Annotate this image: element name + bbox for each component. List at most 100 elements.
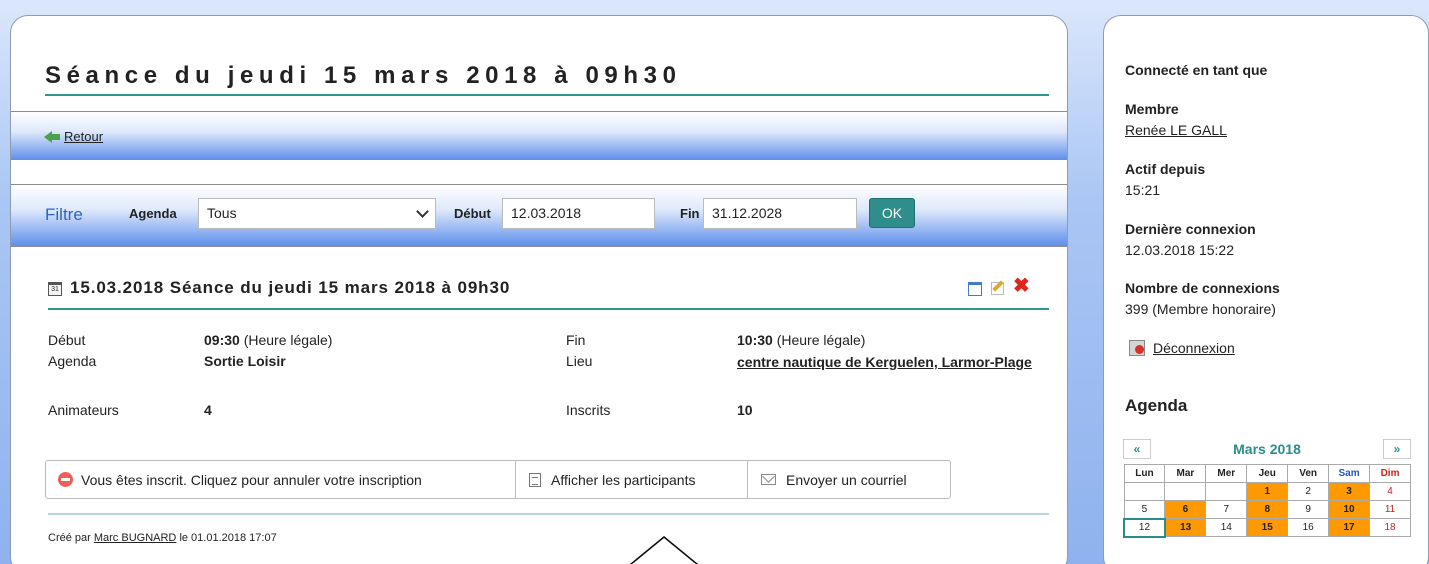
registered-count: 10 xyxy=(737,402,753,418)
author-link[interactable]: Marc BUGNARD xyxy=(94,532,177,544)
leaders-count: 4 xyxy=(204,402,212,418)
calendar-day[interactable]: 6 xyxy=(1164,500,1207,519)
start-note: (Heure légale) xyxy=(243,332,333,348)
weekday-ven: Ven xyxy=(1287,464,1330,483)
registered-value: 10 xyxy=(737,402,753,418)
calendar-day[interactable]: 10 xyxy=(1328,500,1371,519)
agenda-label: Agenda xyxy=(48,353,97,369)
event-actions: Vous êtes inscrit. Cliquez pour annuler … xyxy=(45,460,951,499)
created-info: Créé par Marc BUGNARD le 01.01.2018 17:0… xyxy=(48,532,277,544)
show-participants-button[interactable]: Afficher les participants xyxy=(516,461,748,498)
back-label[interactable]: Retour xyxy=(64,129,103,144)
calendar-day[interactable]: 2 xyxy=(1287,482,1330,501)
place-link[interactable]: centre nautique de Kerguelen, Larmor-Pla… xyxy=(737,353,1053,372)
calendar-days: 1 2 3 4 5 6 7 8 9 10 11 12 13 14 15 16 17 18 xyxy=(1123,482,1411,538)
calendar-empty-cell xyxy=(1164,482,1207,501)
leaders-label: Animateurs xyxy=(48,402,119,418)
agenda-select[interactable]: Tous xyxy=(198,198,436,229)
filter-title: Filtre xyxy=(45,205,83,224)
weekday-mer: Mer xyxy=(1205,464,1248,483)
calendar-grid: Lun Mar Mer Jeu Ven Sam Dim 1 2 3 4 5 6 7 8 9 10 11 12 13 1… xyxy=(1123,464,1411,538)
connected-title: Connecté en tant que xyxy=(1125,62,1268,78)
start-date-input[interactable]: 12.03.2018 xyxy=(502,198,655,229)
created-prefix: Créé par xyxy=(48,532,91,544)
calendar-week: 12 13 14 15 16 17 18 xyxy=(1123,517,1411,538)
created-suffix: le 01.01.2018 17:07 xyxy=(179,532,277,544)
calendar-day[interactable]: 8 xyxy=(1246,500,1289,519)
back-arrow-icon xyxy=(44,130,60,143)
last-login-label: Dernière connexion xyxy=(1125,221,1256,237)
agenda-filter-label: Agenda xyxy=(129,206,177,221)
calendar-day[interactable]: 17 xyxy=(1328,518,1371,537)
calendar-day[interactable]: 16 xyxy=(1287,518,1330,537)
calendar-week: 5 6 7 8 9 10 11 xyxy=(1123,500,1411,519)
chevron-down-icon xyxy=(416,205,429,218)
calendar-day[interactable]: 3 xyxy=(1328,482,1371,501)
show-participants-label: Afficher les participants xyxy=(551,471,696,488)
calendar-day[interactable]: 13 xyxy=(1164,518,1207,537)
calendar-day[interactable]: 7 xyxy=(1205,500,1248,519)
weekday-lun: Lun xyxy=(1123,464,1166,483)
calendar-month: Mars 2018 xyxy=(1233,441,1301,457)
calendar-nav: « Mars 2018 » xyxy=(1123,439,1411,461)
agenda-title: Agenda xyxy=(1125,396,1188,415)
send-email-label: Envoyer un courriel xyxy=(786,471,907,488)
calendar-day[interactable]: 4 xyxy=(1369,482,1411,501)
leaders-value: 4 xyxy=(204,402,212,418)
login-count-value: 399 (Membre honoraire) xyxy=(1125,301,1276,317)
start-time: 09:30 xyxy=(204,332,240,348)
start-value: 09:30 (Heure légale) xyxy=(204,332,332,348)
logout-link[interactable]: Déconnexion xyxy=(1129,340,1235,356)
pointer-arrow-icon xyxy=(629,536,699,564)
calendar-day[interactable]: 15 xyxy=(1246,518,1289,537)
page-title: Séance du jeudi 15 mars 2018 à 09h30 xyxy=(45,62,1049,96)
calendar-day[interactable]: 12 xyxy=(1123,517,1166,538)
event-header: 31 15.03.2018 Séance du jeudi 15 mars 20… xyxy=(48,276,1049,310)
calendar-empty-cell xyxy=(1123,482,1166,501)
send-email-button[interactable]: Envoyer un courriel xyxy=(748,461,950,498)
list-icon xyxy=(529,472,541,487)
last-login-value: 12.03.2018 15:22 xyxy=(1125,242,1234,258)
calendar-day[interactable]: 14 xyxy=(1205,518,1248,537)
calendar-empty-cell xyxy=(1205,482,1248,501)
sidebar: Connecté en tant que Membre Renée LE GAL… xyxy=(1103,15,1429,564)
start-date-label: Début xyxy=(454,206,491,221)
event-title: 15.03.2018 Séance du jeudi 15 mars 2018 … xyxy=(70,278,511,297)
calendar-week: 1234 xyxy=(1123,482,1411,501)
calendar-day[interactable]: 9 xyxy=(1287,500,1330,519)
agenda-select-value: Tous xyxy=(207,205,237,221)
mini-calendar: « Mars 2018 » Lun Mar Mer Jeu Ven Sam Dim 1234… xyxy=(1123,439,1411,538)
weekday-sam: Sam xyxy=(1328,464,1371,483)
next-month-button[interactable]: » xyxy=(1383,439,1411,459)
end-label: Fin xyxy=(566,332,586,348)
active-value: 15:21 xyxy=(1125,182,1161,198)
calendar-day[interactable]: 11 xyxy=(1369,500,1411,519)
unregister-icon xyxy=(58,472,73,487)
calendar-weekdays: Lun Mar Mer Jeu Ven Sam Dim xyxy=(1123,464,1411,483)
divider xyxy=(48,513,1049,515)
member-link[interactable]: Renée LE GALL xyxy=(1125,122,1227,138)
calendar-day[interactable]: 1 xyxy=(1246,482,1289,501)
registered-label: Inscrits xyxy=(566,402,611,418)
start-label: Début xyxy=(48,332,86,348)
delete-icon[interactable]: ✖ xyxy=(1013,276,1030,296)
unregister-button[interactable]: Vous êtes inscrit. Cliquez pour annuler … xyxy=(46,461,516,498)
active-label: Actif depuis xyxy=(1125,161,1206,177)
member-label: Membre xyxy=(1125,101,1179,117)
weekday-mar: Mar xyxy=(1164,464,1207,483)
place-label: Lieu xyxy=(566,353,593,369)
edit-icon[interactable] xyxy=(990,279,1006,295)
agenda-value: Sortie Loisir xyxy=(204,353,286,369)
end-date-label: Fin xyxy=(680,206,700,221)
back-bar: Retour xyxy=(11,112,1067,160)
end-date-input[interactable]: 31.12.2028 xyxy=(703,198,857,229)
filter-bar: Filtre Agenda Tous Début 12.03.2018 Fin … xyxy=(11,185,1067,247)
copy-icon[interactable] xyxy=(968,279,984,296)
weekday-dim: Dim xyxy=(1369,464,1411,483)
calendar-day[interactable]: 18 xyxy=(1369,518,1411,537)
end-note: (Heure légale) xyxy=(776,332,866,348)
calendar-day[interactable]: 5 xyxy=(1123,500,1166,519)
ok-button[interactable]: OK xyxy=(869,198,915,228)
back-link[interactable]: Retour xyxy=(44,129,103,144)
agenda-value-text: Sortie Loisir xyxy=(204,353,286,369)
